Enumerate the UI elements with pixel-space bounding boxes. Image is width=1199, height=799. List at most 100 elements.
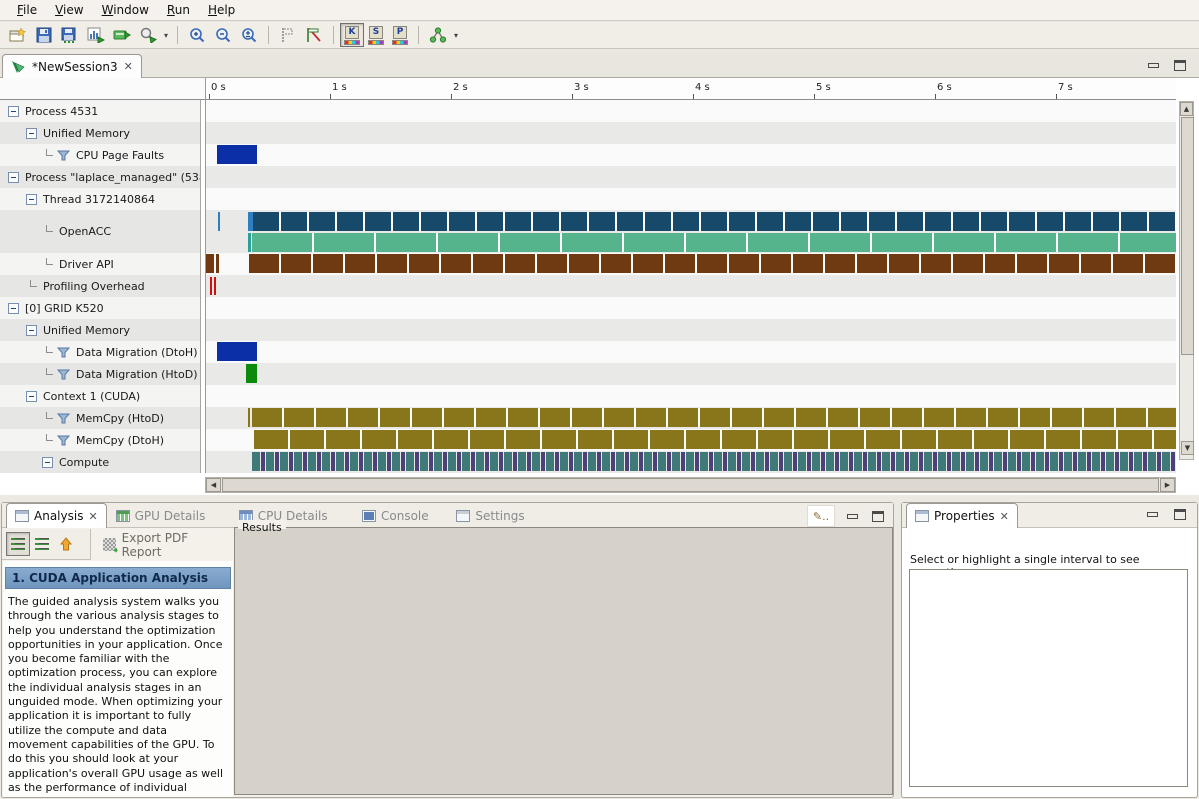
tab-console[interactable]: Console xyxy=(354,503,437,528)
lane-row-10[interactable] xyxy=(206,341,1176,363)
lane-row-2[interactable] xyxy=(206,144,1176,166)
menu-help[interactable]: Help xyxy=(199,1,244,19)
timeline-interval-bar[interactable] xyxy=(206,254,214,273)
timeline-interval-bar[interactable] xyxy=(252,233,1176,252)
close-icon[interactable]: ✕ xyxy=(124,60,133,73)
tree-row-compute[interactable]: Compute xyxy=(0,451,200,473)
collapse-icon[interactable] xyxy=(8,172,19,183)
timeline-interval-bar[interactable] xyxy=(252,452,1176,471)
maximize-icon[interactable] xyxy=(1171,58,1189,72)
vertical-scrollbar[interactable]: ▲ ▼ xyxy=(1179,101,1194,460)
guided-analysis-icon[interactable] xyxy=(6,532,30,556)
menu-window[interactable]: Window xyxy=(93,1,158,19)
zoom-out-icon[interactable] xyxy=(210,23,236,47)
horizontal-scrollbar[interactable]: ◀ ▶ xyxy=(205,477,1176,493)
timeline-interval-bar[interactable] xyxy=(214,277,216,295)
lane-row-13[interactable] xyxy=(206,407,1176,429)
minimize-icon[interactable] xyxy=(843,509,861,523)
timeline-interval-bar[interactable] xyxy=(252,408,1176,427)
timeline-interval-bar[interactable] xyxy=(248,233,251,252)
timeline-interval-bar[interactable] xyxy=(217,342,257,361)
tree-row-data-migration-dtoh-[interactable]: Data Migration (DtoH) xyxy=(0,341,200,363)
unguided-analysis-list-icon[interactable] xyxy=(30,532,54,556)
tab-settings[interactable]: Settings xyxy=(448,503,532,528)
process-coloring-button[interactable]: P xyxy=(388,23,412,47)
up-level-icon[interactable] xyxy=(54,532,78,556)
tree-row--0-grid-k520[interactable]: [0] GRID K520 xyxy=(0,297,200,319)
collapse-icon[interactable] xyxy=(26,194,37,205)
tree-row-process-4531[interactable]: Process 4531 xyxy=(0,100,200,122)
timeline-interval-bar[interactable] xyxy=(249,254,1176,273)
unguided-analysis-dropdown-icon[interactable]: ▾ xyxy=(451,31,461,40)
timeline-interval-bar[interactable] xyxy=(253,212,1176,231)
timeline-interval-bar[interactable] xyxy=(248,408,250,427)
collapse-icon[interactable] xyxy=(26,128,37,139)
scroll-left-icon[interactable]: ◀ xyxy=(206,478,221,492)
save-icon[interactable] xyxy=(31,23,57,47)
timeline-interval-bar[interactable] xyxy=(218,212,220,231)
scroll-right-icon[interactable]: ▶ xyxy=(1160,478,1175,492)
lane-row-12[interactable] xyxy=(206,385,1176,407)
lane-row-11[interactable] xyxy=(206,363,1176,385)
scroll-down-icon[interactable]: ▼ xyxy=(1181,441,1194,455)
zoom-fit-icon[interactable] xyxy=(236,23,262,47)
kernel-coloring-button[interactable]: K xyxy=(340,23,364,47)
menu-view[interactable]: View xyxy=(46,1,92,19)
stream-coloring-button[interactable]: S xyxy=(364,23,388,47)
timeline-interval-bar[interactable] xyxy=(217,145,257,164)
save-all-icon[interactable] xyxy=(57,23,83,47)
lane-row-7[interactable] xyxy=(206,275,1176,297)
tab-analysis[interactable]: Analysis✕ xyxy=(6,503,107,528)
tree-row-unified-memory[interactable]: Unified Memory xyxy=(0,122,200,144)
lane-row-15[interactable] xyxy=(206,451,1176,473)
minimize-icon[interactable] xyxy=(1144,58,1162,72)
new-session-icon[interactable] xyxy=(5,23,31,47)
tree-row-memcpy-dtoh-[interactable]: MemCpy (DtoH) xyxy=(0,429,200,451)
collapse-icon[interactable] xyxy=(42,457,53,468)
menu-file[interactable]: File xyxy=(8,1,46,19)
session-tab[interactable]: *NewSession3 ✕ xyxy=(2,54,142,78)
profile-application-icon[interactable] xyxy=(83,23,109,47)
maximize-icon[interactable] xyxy=(1171,507,1189,521)
zoom-in-icon[interactable] xyxy=(184,23,210,47)
tab-gpu-details[interactable]: GPU Details xyxy=(108,503,214,528)
scroll-up-icon[interactable]: ▲ xyxy=(1180,102,1193,116)
collapse-icon[interactable] xyxy=(8,303,19,314)
lane-row-3[interactable] xyxy=(206,166,1176,188)
lane-row-0[interactable] xyxy=(206,100,1176,122)
lane-row-8[interactable] xyxy=(206,297,1176,319)
tab-properties[interactable]: Properties ✕ xyxy=(906,503,1018,528)
timeline-interval-bar[interactable] xyxy=(246,364,257,383)
collapse-icon[interactable] xyxy=(26,391,37,402)
show-timeline-icon[interactable] xyxy=(109,23,135,47)
maximize-icon[interactable] xyxy=(869,509,887,523)
tree-row-driver-api[interactable]: Driver API xyxy=(0,253,200,275)
menu-run[interactable]: Run xyxy=(158,1,199,19)
collapse-icon[interactable] xyxy=(8,106,19,117)
tree-row-unified-memory[interactable]: Unified Memory xyxy=(0,319,200,341)
unguided-analysis-icon[interactable] xyxy=(425,23,451,47)
tree-row-profiling-overhead[interactable]: Profiling Overhead xyxy=(0,275,200,297)
vertical-scroll-thumb[interactable] xyxy=(1181,117,1194,355)
minimize-icon[interactable] xyxy=(1143,507,1161,521)
export-pdf-button[interactable]: Export PDF Report xyxy=(90,529,233,560)
lane-row-6[interactable] xyxy=(206,253,1176,275)
tree-row-memcpy-htod-[interactable]: MemCpy (HtoD) xyxy=(0,407,200,429)
tree-row-context-1-cuda-[interactable]: Context 1 (CUDA) xyxy=(0,385,200,407)
collapse-icon[interactable] xyxy=(26,325,37,336)
tree-row-thread-3172140864[interactable]: Thread 3172140864 xyxy=(0,188,200,210)
tree-row-process-laplace-managed-538-[interactable]: Process "laplace_managed" (538) xyxy=(0,166,200,188)
flag-outline-icon[interactable] xyxy=(275,23,301,47)
lane-row-14[interactable] xyxy=(206,429,1176,451)
tree-row-openacc[interactable]: OpenACC xyxy=(0,210,200,253)
close-icon[interactable]: ✕ xyxy=(88,510,97,523)
run-analysis-icon[interactable] xyxy=(135,23,161,47)
timeline-interval-bar[interactable] xyxy=(254,430,1176,449)
lane-row-4[interactable] xyxy=(206,188,1176,210)
lane-row-1[interactable] xyxy=(206,122,1176,144)
lane-row-5[interactable] xyxy=(206,210,1176,253)
tree-row-data-migration-htod-[interactable]: Data Migration (HtoD) xyxy=(0,363,200,385)
close-icon[interactable]: ✕ xyxy=(1000,510,1009,523)
timeline-interval-bar[interactable] xyxy=(210,277,212,295)
pin-editor-icon[interactable]: ✎.. xyxy=(807,505,835,527)
